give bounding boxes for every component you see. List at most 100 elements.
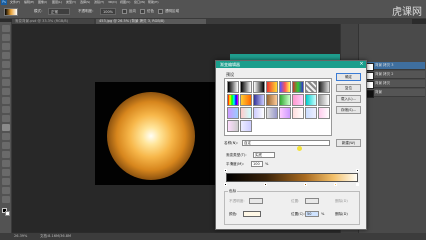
radial-gradient-glow: [107, 92, 195, 180]
preset-swatch[interactable]: [227, 120, 239, 132]
close-icon[interactable]: ×: [357, 61, 366, 68]
opacity-label: 不透明度：: [78, 9, 96, 13]
preset-swatch[interactable]: [240, 81, 252, 93]
shape-tool-icon[interactable]: [2, 178, 10, 185]
preset-swatch[interactable]: [305, 94, 317, 106]
type-tool-icon[interactable]: [2, 160, 10, 167]
dodge-tool-icon[interactable]: [2, 142, 10, 149]
mouse-cursor-icon: [297, 146, 302, 151]
healing-tool-icon[interactable]: [2, 79, 10, 86]
gradient-ramp[interactable]: [226, 173, 358, 182]
stamp-tool-icon[interactable]: [2, 97, 10, 104]
preset-swatch[interactable]: [318, 107, 330, 119]
eraser-tool-icon[interactable]: [2, 115, 10, 122]
transparency-label: 透明区域: [165, 9, 179, 13]
color-label: 颜色:: [229, 212, 238, 216]
brush-tool-icon[interactable]: [2, 88, 10, 95]
layer-row[interactable]: 背景: [361, 89, 425, 98]
preset-swatch[interactable]: [318, 81, 330, 93]
zoom-level: 26.39%: [14, 234, 28, 238]
name-input[interactable]: 自定: [242, 140, 330, 146]
reverse-checkbox[interactable]: [122, 9, 127, 14]
preset-swatch[interactable]: [279, 81, 291, 93]
zoom-tool-icon[interactable]: [2, 196, 10, 203]
path-select-tool-icon[interactable]: [2, 169, 10, 176]
move-tool-icon[interactable]: [2, 25, 10, 32]
gradient-type-select[interactable]: 实底: [253, 152, 275, 158]
toolbox: [0, 22, 12, 234]
smoothness-input[interactable]: 100: [251, 161, 263, 167]
lasso-tool-icon[interactable]: [2, 43, 10, 50]
load-button[interactable]: 载入(L)...: [336, 95, 361, 103]
stop-location-label: 位置:: [291, 199, 300, 203]
color-location-input[interactable]: 50: [305, 211, 319, 217]
quick-select-tool-icon[interactable]: [2, 52, 10, 59]
preset-swatch[interactable]: [253, 81, 265, 93]
opacity-stops-row: [224, 169, 360, 172]
preset-swatch[interactable]: [279, 107, 291, 119]
ok-button[interactable]: 确定: [336, 73, 361, 81]
preset-swatch[interactable]: [292, 107, 304, 119]
stop-color-swatch[interactable]: [243, 211, 261, 217]
document-size: 文档:8.16M/36.8M: [40, 234, 71, 238]
layer-name: 背景 拷贝 3: [375, 63, 394, 67]
mode-select[interactable]: 正常: [48, 8, 70, 15]
dither-checkbox[interactable]: [140, 9, 145, 14]
hand-tool-icon[interactable]: [2, 187, 10, 194]
dialog-title: 渐变编辑器: [216, 61, 366, 68]
preset-swatch[interactable]: [266, 107, 278, 119]
document-canvas[interactable]: [95, 82, 223, 185]
gradient-tool-icon[interactable]: [2, 124, 10, 131]
eyedropper-tool-icon[interactable]: [2, 70, 10, 77]
color-stop[interactable]: [304, 183, 307, 186]
preset-swatch[interactable]: [240, 94, 252, 106]
name-label: 名称(N):: [224, 141, 238, 145]
preset-swatch[interactable]: [318, 94, 330, 106]
color-location-unit: %: [321, 212, 325, 216]
preset-swatch[interactable]: [266, 81, 278, 93]
opacity-input[interactable]: 100%: [100, 8, 116, 15]
preset-swatch[interactable]: [227, 81, 239, 93]
preset-swatch[interactable]: [240, 120, 252, 132]
color-stop[interactable]: [334, 183, 337, 186]
presets-grid: [224, 78, 332, 136]
layer-row[interactable]: 背景 拷贝: [361, 80, 425, 89]
marquee-tool-icon[interactable]: [2, 34, 10, 41]
color-stop[interactable]: [224, 183, 227, 186]
history-brush-tool-icon[interactable]: [2, 106, 10, 113]
opacity-stop[interactable]: [224, 169, 227, 172]
preset-swatch[interactable]: [253, 107, 265, 119]
layer-row[interactable]: 背景 拷贝 3: [361, 62, 425, 71]
gradient-preview-swatch[interactable]: [4, 8, 18, 16]
stop-opacity-label: 不透明度:: [229, 199, 245, 203]
preset-swatch[interactable]: [279, 94, 291, 106]
layer-row[interactable]: 背景 拷贝 2: [361, 71, 425, 80]
preset-swatch[interactable]: [240, 107, 252, 119]
blur-tool-icon[interactable]: [2, 133, 10, 140]
status-bar: 26.39% 文档:8.16M/36.8M: [0, 233, 426, 240]
new-button[interactable]: 新建(W): [336, 139, 361, 147]
pen-tool-icon[interactable]: [2, 151, 10, 158]
preset-swatch[interactable]: [227, 107, 239, 119]
stops-group: 色标 不透明度: 位置: 删除(D) 颜色: 位置(C): 50 % 删除(D): [224, 189, 360, 225]
reset-button[interactable]: 复位: [336, 84, 361, 92]
color-delete-button[interactable]: 删除(D): [335, 212, 348, 217]
stop-location-input: [305, 198, 319, 204]
preset-swatch[interactable]: [292, 94, 304, 106]
stop-opacity-input: [249, 198, 263, 204]
preset-swatch[interactable]: [227, 94, 239, 106]
preset-swatch[interactable]: [253, 94, 265, 106]
layer-name: 背景 拷贝: [375, 81, 391, 85]
preset-swatch[interactable]: [305, 107, 317, 119]
save-button[interactable]: 存储(S)...: [336, 106, 361, 114]
color-location-label: 位置(C):: [291, 212, 305, 216]
preset-swatch[interactable]: [266, 94, 278, 106]
background-color-swatch[interactable]: [5, 211, 10, 216]
transparency-checkbox[interactable]: [158, 9, 163, 14]
preset-swatch[interactable]: [305, 81, 317, 93]
opacity-stop[interactable]: [356, 169, 359, 172]
color-stop[interactable]: [264, 183, 267, 186]
color-stop[interactable]: [356, 183, 359, 186]
crop-tool-icon[interactable]: [2, 61, 10, 68]
preset-swatch[interactable]: [292, 81, 304, 93]
